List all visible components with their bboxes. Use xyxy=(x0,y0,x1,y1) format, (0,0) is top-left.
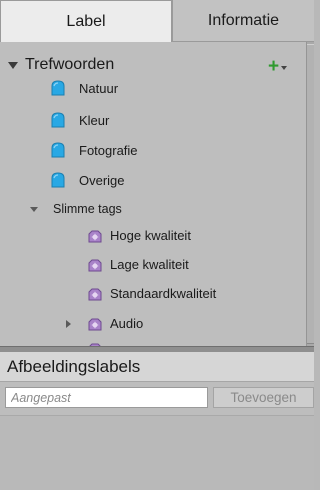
smart-tag-label: Lage kwaliteit xyxy=(110,257,189,272)
scrollbar-thumb[interactable] xyxy=(307,44,314,344)
keywords-panel: Trefwoorden + Natuur Kleur Fotografie Ov… xyxy=(0,42,306,348)
smart-tag-icon xyxy=(88,288,102,300)
smart-tag-icon xyxy=(88,230,102,242)
image-labels-header[interactable]: Afbeeldingslabels xyxy=(0,352,314,382)
smart-tag-label: Standaardkwaliteit xyxy=(110,286,217,301)
keyword-tag-icon xyxy=(51,172,65,188)
dropdown-caret-icon xyxy=(281,65,288,70)
keywords-category-row[interactable]: Trefwoorden xyxy=(8,56,114,74)
keyword-item-label: Overige xyxy=(79,172,125,188)
smart-tag-item-standaardkwaliteit[interactable]: Standaardkwaliteit xyxy=(88,286,216,301)
keyword-item-kleur[interactable]: Kleur xyxy=(50,112,109,128)
keyword-tag-icon xyxy=(51,112,65,128)
collapse-arrow-icon[interactable] xyxy=(30,206,38,212)
image-labels-list xyxy=(0,415,314,490)
smart-tag-icon xyxy=(88,259,102,271)
tab-bar: Label Informatie xyxy=(0,0,314,42)
expand-arrow-icon[interactable] xyxy=(66,319,71,328)
smart-tags-label: Slimme tags xyxy=(53,202,122,216)
tab-label[interactable]: Label xyxy=(0,0,172,42)
keyword-item-label: Fotografie xyxy=(79,142,138,158)
add-keyword-button[interactable]: + xyxy=(268,56,288,77)
keyword-item-overige[interactable]: Overige xyxy=(50,172,125,188)
smart-tag-item-hoge-kwaliteit[interactable]: Hoge kwaliteit xyxy=(88,228,191,243)
keyword-item-label: Kleur xyxy=(79,112,110,128)
smart-tags-row[interactable]: Slimme tags xyxy=(30,202,122,216)
plus-icon: + xyxy=(268,56,280,77)
smart-tag-label: Hoge kwaliteit xyxy=(110,228,191,243)
smart-tag-item-audio[interactable]: Audio xyxy=(66,316,143,331)
keyword-item-natuur[interactable]: Natuur xyxy=(50,80,118,96)
keywords-category-label: Trefwoorden xyxy=(25,56,115,73)
smart-tag-icon xyxy=(88,318,102,330)
keyword-item-label: Natuur xyxy=(79,80,119,96)
keyword-tag-icon xyxy=(51,80,65,96)
collapse-arrow-icon[interactable] xyxy=(8,61,18,69)
keyword-item-fotografie[interactable]: Fotografie xyxy=(50,142,138,158)
add-label-button[interactable]: Toevoegen xyxy=(213,387,314,408)
custom-label-input[interactable] xyxy=(5,387,208,408)
tab-informatie[interactable]: Informatie xyxy=(172,0,314,42)
keyword-tag-icon xyxy=(51,142,65,158)
smart-tag-label: Audio xyxy=(110,316,144,331)
smart-tag-item-lage-kwaliteit[interactable]: Lage kwaliteit xyxy=(88,257,189,272)
